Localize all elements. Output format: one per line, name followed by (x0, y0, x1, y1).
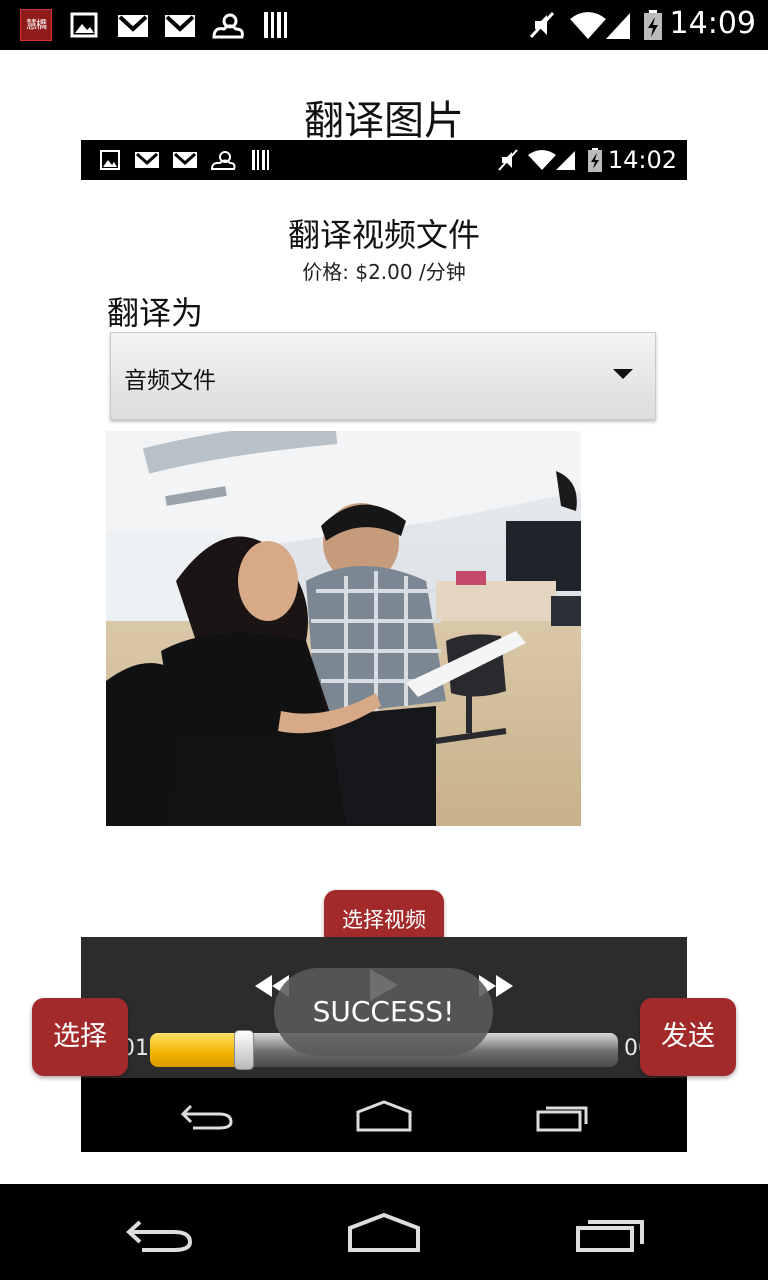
status-time: 14:09 (669, 6, 756, 41)
success-toast: SUCCESS! (274, 968, 493, 1056)
barcode-icon (264, 12, 287, 38)
gmail-icon (173, 152, 197, 168)
recents-icon (536, 1106, 588, 1132)
status-bar: 慧橋 14:09 (0, 0, 768, 50)
gmail-icon (118, 15, 148, 37)
gmail-icon (135, 152, 159, 168)
gmail-icon (165, 15, 195, 37)
wifi-icon (570, 12, 606, 39)
seek-thumb (233, 1030, 254, 1070)
back-icon (180, 1104, 233, 1130)
weather-icon (212, 13, 244, 39)
battery-charging-icon (588, 148, 602, 172)
price-label: 价格: $2.00 /分钟 (302, 260, 466, 284)
select-button[interactable]: 选择 (32, 998, 128, 1076)
home-icon (356, 1100, 412, 1132)
image-icon (100, 150, 120, 170)
weather-icon (210, 151, 236, 170)
seek-progress (150, 1033, 244, 1067)
inner-title: 翻译视频文件 (287, 216, 480, 254)
send-button[interactable]: 发送 (640, 998, 736, 1076)
app-icon: 慧橋 (20, 9, 52, 41)
translate-to-label: 翻译为 (107, 294, 204, 332)
signal-icon (556, 151, 575, 170)
recents-icon[interactable] (574, 1214, 646, 1254)
inner-status-time: 14:02 (607, 146, 677, 174)
mute-icon (529, 11, 555, 39)
dropdown-selected-value: 音频文件 (124, 368, 216, 394)
home-icon[interactable] (346, 1212, 422, 1254)
inner-status-bar: 14:02 (81, 140, 687, 180)
back-icon[interactable] (124, 1214, 196, 1254)
mute-icon (498, 149, 518, 171)
target-format-dropdown: 音频文件 (110, 332, 656, 420)
video-thumbnail (106, 431, 581, 826)
battery-charging-icon (644, 10, 662, 40)
page-title: 翻译图片 (304, 98, 464, 144)
signal-icon (606, 13, 630, 39)
inner-nav-bar (81, 1078, 687, 1152)
app-icon-label: 慧橋 (26, 18, 47, 31)
nav-bar (0, 1184, 768, 1280)
barcode-icon (252, 150, 269, 170)
dropdown-arrow-icon (613, 369, 633, 379)
image-icon (70, 12, 98, 38)
wifi-icon (528, 150, 556, 170)
